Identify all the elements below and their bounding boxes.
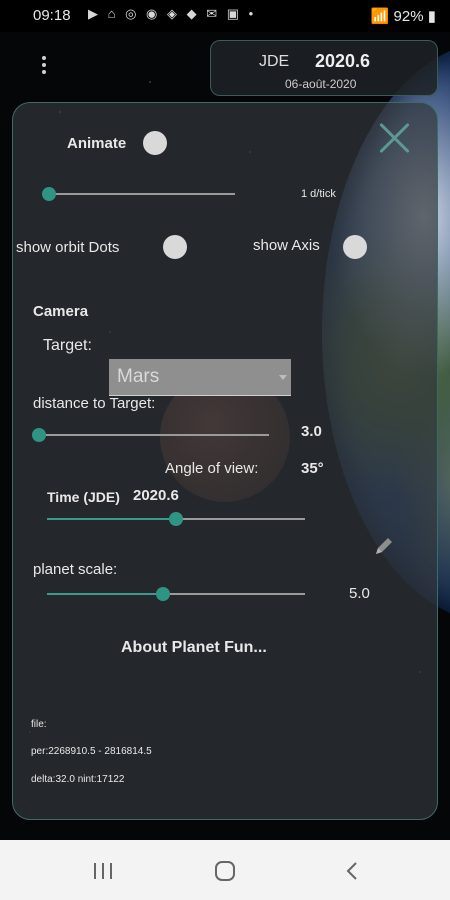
status-right: 📶 92% ▮: [371, 7, 436, 25]
distance-value: 3.0: [301, 423, 322, 440]
tick-slider[interactable]: [42, 187, 235, 201]
jde-display: JDE 2020.6 06-août-2020: [210, 40, 438, 96]
signal-icon: 📶: [370, 8, 390, 25]
planet-scale-label: planet scale:: [33, 561, 118, 578]
show-axis-label: show Axis: [253, 237, 320, 254]
chevron-down-icon: [279, 375, 287, 380]
about-link[interactable]: About Planet Fun...: [121, 639, 267, 657]
jde-label: JDE: [259, 53, 290, 70]
file-label: file:: [31, 719, 47, 730]
status-time: 09:18: [33, 7, 71, 24]
planet-scale-slider[interactable]: [47, 587, 305, 601]
jde-date: 06-août-2020: [285, 77, 357, 91]
show-axis-toggle[interactable]: [343, 235, 367, 259]
battery-text: 92%: [393, 8, 424, 25]
status-bar: 09:18 ▶ ⌂ ◎ ◉ ◈ ◆ ✉ ▣ • 📶 92% ▮: [0, 0, 450, 32]
show-orbit-dots-toggle[interactable]: [163, 235, 187, 259]
recent-apps-icon[interactable]: [90, 858, 116, 884]
space-view[interactable]: JDE 2020.6 06-août-2020 Animate 1 d/tick…: [0, 32, 450, 840]
show-orbit-dots-label: show orbit Dots: [16, 239, 120, 256]
camera-heading: Camera: [33, 303, 89, 320]
overflow-menu-icon[interactable]: [40, 56, 48, 77]
per-text: per:2268910.5 - 2816814.5: [31, 746, 152, 757]
distance-slider[interactable]: [32, 428, 269, 442]
back-icon[interactable]: [340, 858, 366, 884]
animate-label: Animate: [67, 135, 127, 152]
target-label: Target:: [43, 337, 92, 354]
angle-value: 35°: [301, 460, 324, 477]
tick-value: 1 d/tick: [301, 188, 336, 200]
time-slider[interactable]: [47, 512, 305, 526]
system-nav-bar: [0, 840, 450, 900]
animate-toggle[interactable]: [143, 131, 167, 155]
planet-scale-value: 5.0: [349, 585, 370, 602]
target-select[interactable]: Mars: [109, 359, 291, 396]
target-select-value: Mars: [117, 366, 160, 387]
notification-icons: ▶ ⌂ ◎ ◉ ◈ ◆ ✉ ▣ •: [88, 6, 257, 21]
distance-label: distance to Target:: [33, 395, 156, 412]
jde-value: 2020.6: [315, 51, 371, 71]
close-icon[interactable]: [377, 121, 411, 155]
delta-text: delta:32.0 nint:17122: [31, 774, 125, 785]
time-value: 2020.6: [133, 487, 179, 504]
home-icon[interactable]: [212, 858, 238, 884]
time-label: Time (JDE): [47, 489, 120, 505]
angle-label: Angle of view:: [165, 460, 259, 477]
edit-pencil-icon[interactable]: [373, 535, 395, 557]
battery-icon: ▮: [427, 8, 436, 25]
settings-panel: Animate 1 d/tick show orbit Dots show Ax…: [12, 102, 438, 820]
